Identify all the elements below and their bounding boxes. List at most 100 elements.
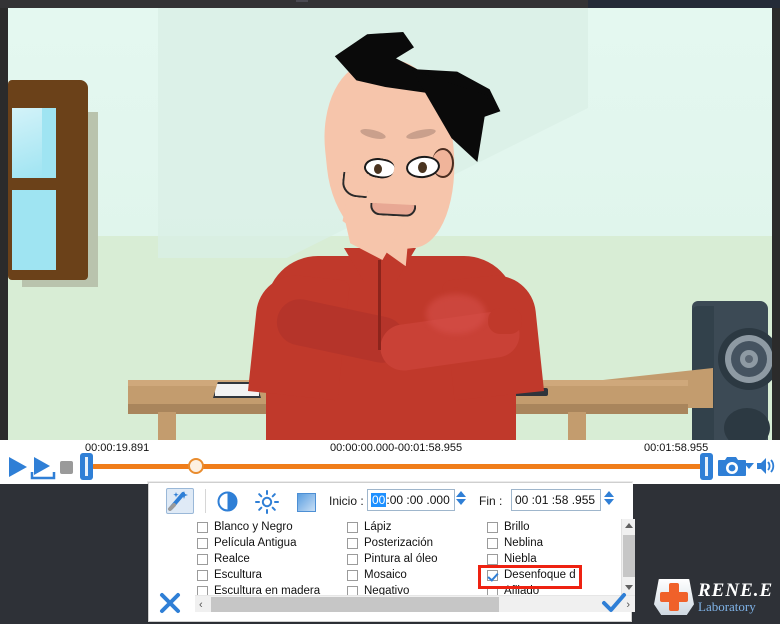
inicio-spinner[interactable] [456,490,467,510]
timeline-end-handle[interactable] [700,453,713,480]
play-icon [9,457,27,477]
effect-row[interactable]: Negativo [347,583,497,595]
effect-label: Niebla [504,553,537,565]
effects-column-1: Blanco y Negro Película Antigua Realce Escu… [197,519,347,595]
effect-row[interactable]: Posterización [347,535,497,551]
fin-spinner-down-icon[interactable] [604,499,614,505]
scroll-left-icon[interactable]: ‹ [199,599,203,611]
close-x-icon [160,593,180,613]
contrast-button[interactable] [217,491,238,512]
inicio-rest-segments[interactable]: :00 :00 .000 [386,493,449,507]
effect-checkbox[interactable] [487,569,498,581]
effect-checkbox[interactable] [347,569,358,581]
effect-checkbox[interactable] [487,521,498,533]
timeline-playhead[interactable] [188,458,204,474]
effect-label: Película Antigua [214,537,297,549]
fin-spinner-up-icon[interactable] [604,491,614,497]
top-strip-segment-1 [296,0,308,2]
effect-label: Blanco y Negro [214,521,293,533]
fin-time-value[interactable]: 00 :01 :58 .955 [515,493,595,507]
effect-checkbox[interactable] [347,521,358,533]
effect-row[interactable]: Pintura al óleo [347,551,497,567]
volume-button[interactable] [756,456,776,476]
horizontal-scroll-thumb[interactable] [211,597,499,612]
timeline-track[interactable] [92,464,702,469]
inicio-time-input[interactable]: 00:00 :00 .000 [367,489,455,511]
brand-logo: RENE.E Laboratory [654,578,776,618]
effect-checkbox[interactable] [487,585,498,595]
effect-label: Realce [214,553,250,565]
effect-checkbox[interactable] [487,537,498,549]
effect-checkbox[interactable] [197,553,208,565]
logo-cross-vertical [669,583,679,611]
cancel-button[interactable] [158,591,182,615]
timeline-start-handle[interactable] [80,453,93,480]
effect-checkbox[interactable] [197,569,208,581]
effect-label: Desenfoque d [504,569,576,581]
effect-checkbox[interactable] [487,553,498,565]
effect-row[interactable]: Escultura [197,567,347,583]
character-pupil-left [374,164,382,174]
effect-row[interactable]: Mosaico [347,567,497,583]
fin-time-input[interactable]: 00 :01 :58 .955 [511,489,601,511]
gradient-button[interactable] [297,493,316,512]
magic-wand-button[interactable] [166,488,194,514]
timeline-current-time: 00:00:19.891 [85,442,150,454]
effect-label: Lápiz [364,521,392,533]
camera-icon [718,457,746,476]
effect-row[interactable]: Neblina [487,535,621,551]
effect-row[interactable]: Brillo [487,519,621,535]
inicio-label: Inicio : [329,494,364,508]
effect-checkbox[interactable] [347,553,358,565]
effect-checkbox[interactable] [197,521,208,533]
inicio-spinner-up-icon[interactable] [456,491,466,497]
toolbar-separator [205,489,206,513]
volume-icon [757,458,775,474]
effect-checkbox[interactable] [347,585,358,595]
effects-vertical-scrollbar[interactable] [621,519,635,595]
effects-dialog: Inicio : 00:00 :00 .000 Fin : 00 :01 :58… [148,482,635,622]
play-button[interactable] [6,456,28,478]
confirm-button[interactable] [601,591,627,615]
effect-label: Mosaico [364,569,407,581]
effect-row[interactable]: Desenfoque d [487,567,621,583]
inicio-hours-segment[interactable]: 00 [371,493,387,507]
effect-row[interactable]: Blanco y Negro [197,519,347,535]
effect-checkbox[interactable] [197,537,208,549]
effect-row[interactable]: Niebla [487,551,621,567]
character-pupil-right [418,162,427,173]
brightness-button[interactable] [255,490,279,514]
effect-checkbox[interactable] [347,537,358,549]
effects-horizontal-scrollbar[interactable]: ‹ › [195,595,635,612]
snapshot-button[interactable] [718,455,746,477]
effects-list[interactable]: Blanco y Negro Película Antigua Realce Escu… [195,519,621,595]
snapshot-dropdown-icon[interactable] [744,463,754,469]
window-top-strip [0,0,780,8]
effects-column-2: Lápiz Posterización Pintura al óleo Mosaico… [347,519,497,595]
effects-column-3: Brillo Neblina Niebla Desenfoque d Afilado [487,519,621,595]
magic-wand-icon [168,491,188,511]
logo-sub-text: Laboratory [698,599,756,614]
effect-label: Neblina [504,537,543,549]
inicio-spinner-down-icon[interactable] [456,499,466,505]
play-selection-icon [30,457,56,480]
effect-label: Escultura en madera [214,585,321,595]
effect-checkbox[interactable] [197,585,208,595]
cartoon-character [8,8,772,440]
effect-row[interactable]: Lápiz [347,519,497,535]
play-selection-button[interactable] [30,456,56,480]
effect-label: Brillo [504,521,530,533]
fin-spinner[interactable] [604,490,615,510]
effect-label: Pintura al óleo [364,553,438,565]
scroll-down-icon[interactable] [625,585,633,590]
video-preview[interactable] [8,8,772,440]
stop-button[interactable] [60,461,73,474]
effect-row[interactable]: Película Antigua [197,535,347,551]
effect-row[interactable]: Escultura en madera [197,583,347,595]
top-strip-segment-2 [588,0,780,8]
effect-row[interactable]: Realce [197,551,347,567]
application-window: 00:00:19.891 00:00:00.000-00:01:58.955 0… [0,0,780,624]
effect-label: Afilado [504,585,540,595]
vertical-scroll-thumb[interactable] [623,535,635,577]
scroll-up-icon[interactable] [625,523,633,528]
